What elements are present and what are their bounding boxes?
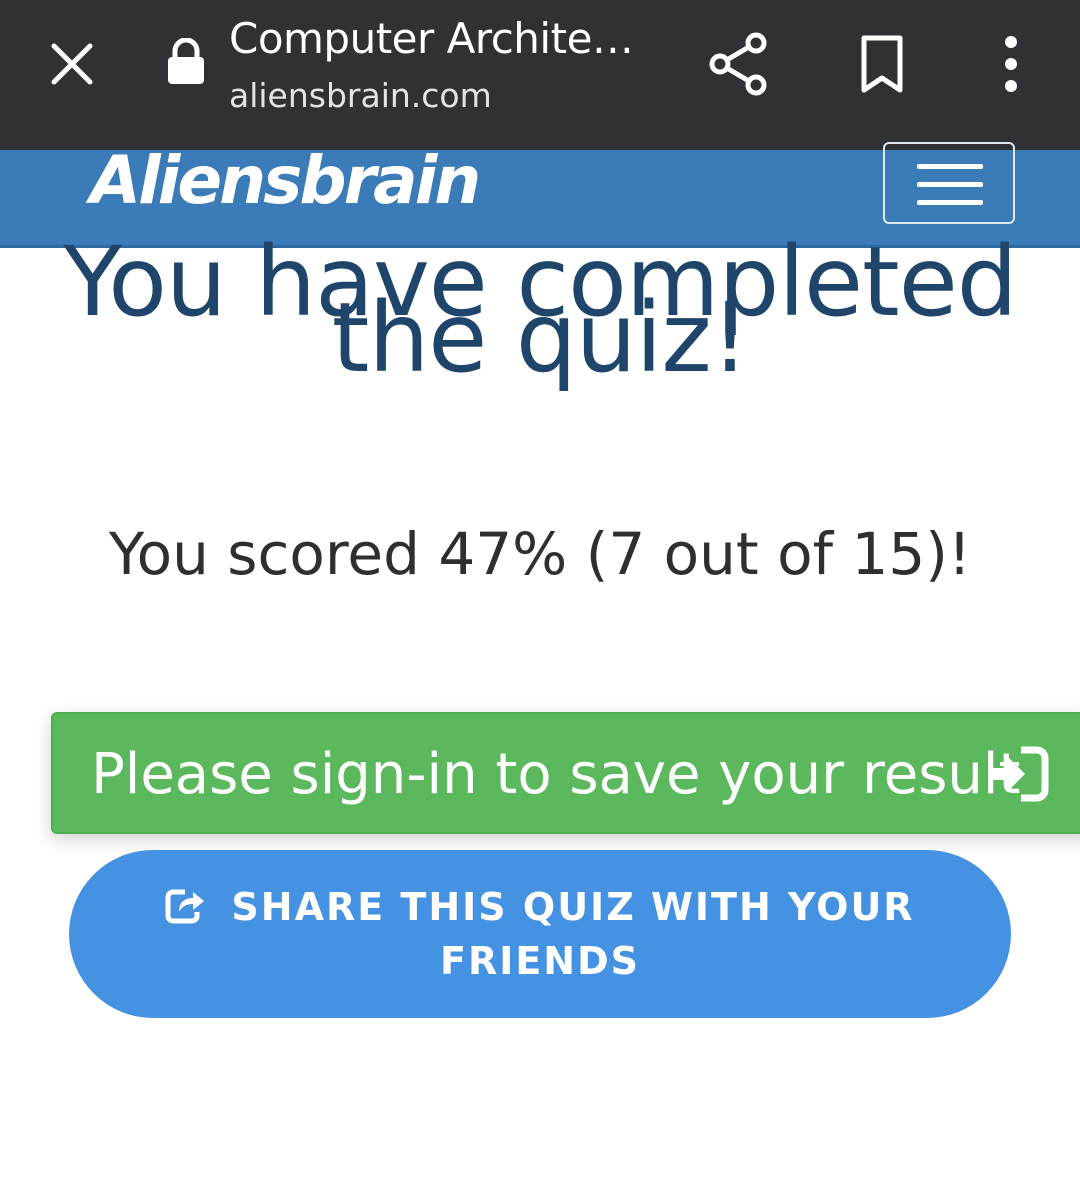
browser-toolbar: Computer Archite… aliensbrain.com: [0, 0, 1080, 150]
page-url[interactable]: aliensbrain.com: [229, 76, 492, 115]
brand-logo[interactable]: Aliensbrain: [90, 142, 481, 219]
sign-in-icon: [987, 744, 1051, 804]
more-vert-icon[interactable]: [994, 34, 1028, 94]
share-icon[interactable]: [706, 32, 770, 96]
lock-icon: [166, 37, 206, 84]
sign-in-label: Please sign-in to save your result: [91, 742, 1021, 807]
close-icon[interactable]: [44, 36, 100, 92]
bookmark-icon[interactable]: [856, 34, 908, 94]
hamburger-icon[interactable]: [883, 142, 1015, 224]
page-title[interactable]: Computer Archite…: [229, 14, 634, 63]
sign-in-button[interactable]: Please sign-in to save your result: [51, 712, 1080, 834]
share-quiz-button[interactable]: SHARE THIS QUIZ WITH YOUR FRIENDS: [69, 850, 1011, 1018]
share-label-line-2: FRIENDS: [439, 939, 641, 983]
score-text: You scored 47% (7 out of 15)!: [108, 520, 972, 588]
share-square-icon: [165, 884, 205, 924]
share-label-line-1: SHARE THIS QUIZ WITH YOUR: [231, 885, 915, 929]
page-heading: You have completed the quiz!: [0, 234, 1080, 386]
